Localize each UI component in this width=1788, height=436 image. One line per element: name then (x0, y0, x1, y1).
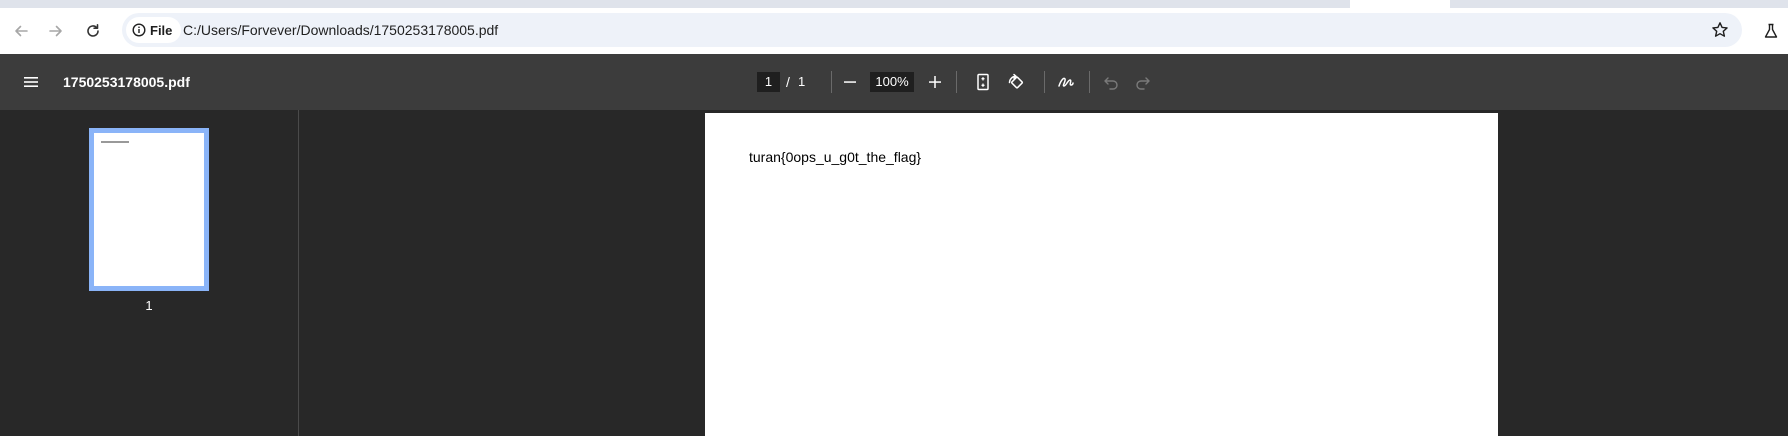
document-viewer[interactable]: turan{0ops_u_g0t_the_flag} (300, 110, 1788, 436)
star-icon (1712, 22, 1728, 37)
reload-button[interactable] (81, 19, 105, 43)
page-total: 1 (798, 74, 806, 89)
redo-icon (1136, 77, 1150, 90)
rotate-button[interactable] (1004, 70, 1028, 94)
menu-icon (24, 77, 38, 87)
info-icon (132, 23, 146, 37)
annotate-icon (1058, 77, 1074, 87)
page-text: turan{0ops_u_g0t_the_flag} (749, 149, 922, 165)
browser-toolbar: File C:/Users/Forvever/Downloads/1750253… (0, 8, 1788, 54)
back-button[interactable] (9, 19, 33, 43)
fit-page-icon (977, 73, 989, 91)
page-thumbnail[interactable] (89, 128, 209, 291)
redo-button[interactable] (1131, 70, 1155, 94)
back-arrow-icon (15, 25, 28, 37)
bookmark-button[interactable] (1708, 18, 1732, 42)
url-text[interactable]: C:/Users/Forvever/Downloads/175025317800… (183, 13, 1583, 47)
toolbar-divider (831, 71, 832, 93)
thumbnail-sidebar: 1 (0, 110, 299, 436)
page-number-input[interactable]: 1 (757, 72, 780, 92)
active-tab-edge[interactable] (1350, 0, 1450, 8)
site-info-chip[interactable]: File (126, 17, 182, 43)
labs-flask-icon (1764, 23, 1778, 38)
zoom-input[interactable]: 100% (870, 72, 914, 92)
forward-arrow-icon (49, 25, 62, 37)
address-bar[interactable]: File C:/Users/Forvever/Downloads/1750253… (122, 13, 1742, 47)
thumbnail-text-line (101, 141, 129, 143)
pdf-page: turan{0ops_u_g0t_the_flag} (705, 113, 1498, 436)
page-separator: / (786, 74, 790, 90)
tab-strip (0, 0, 1788, 8)
toolbar-divider (1044, 71, 1045, 93)
thumbnail-page (94, 133, 204, 286)
undo-icon (1104, 77, 1118, 90)
zoom-in-button[interactable] (923, 70, 947, 94)
undo-button[interactable] (1099, 70, 1123, 94)
toolbar-divider (1089, 71, 1090, 93)
toolbar-divider (956, 71, 957, 93)
document-title: 1750253178005.pdf (63, 74, 190, 90)
zoom-in-icon (929, 76, 941, 88)
zoom-out-button[interactable] (838, 70, 862, 94)
forward-button[interactable] (44, 19, 68, 43)
pdf-toolbar: 1750253178005.pdf 1 / 1 100% (0, 54, 1788, 110)
thumbnail-label: 1 (145, 298, 153, 313)
rotate-icon (1008, 73, 1023, 89)
zoom-out-icon (844, 81, 856, 83)
fit-page-button[interactable] (971, 70, 995, 94)
labs-button[interactable] (1759, 19, 1783, 43)
sidebar-toggle-button[interactable] (19, 70, 43, 94)
reload-icon (87, 24, 99, 37)
annotate-button[interactable] (1054, 70, 1078, 94)
site-info-label: File (150, 22, 173, 38)
